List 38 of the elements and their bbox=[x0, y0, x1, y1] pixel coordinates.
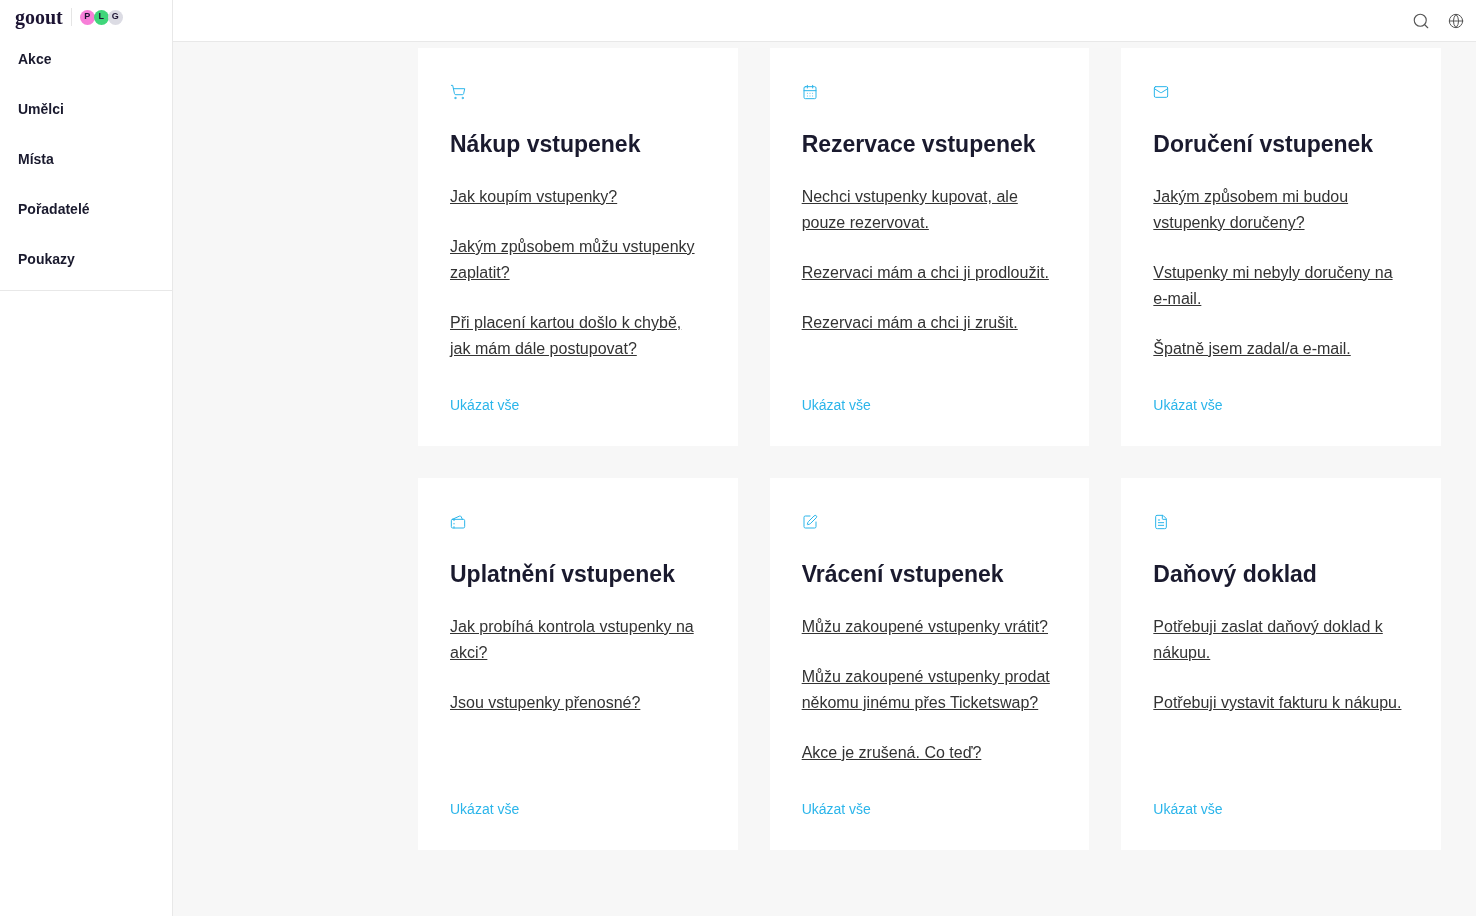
card-title: Daňový doklad bbox=[1153, 560, 1318, 588]
faq-link[interactable]: Jak probíhá kontrola vstupenky na akci? bbox=[450, 614, 706, 666]
envelope-icon bbox=[1153, 84, 1170, 100]
logo-badge: L bbox=[93, 9, 109, 25]
card-title: Rezervace vstupenek bbox=[801, 130, 1037, 158]
faq-link[interactable]: Rezervaci mám a chci ji zrušit. bbox=[801, 310, 1058, 336]
sidebar-item[interactable]: Pořadatelé bbox=[0, 184, 172, 234]
card-title: Nákup vstupenek bbox=[450, 130, 642, 158]
faq-link[interactable]: Nechci vstupenky kupovat, ale pouze rezervovat. bbox=[801, 184, 1058, 236]
faq-link[interactable]: Vstupenky mi nebyly doručeny na e-mail. bbox=[1153, 260, 1410, 312]
faq-link[interactable]: Akce je zrušená. Co teď? bbox=[801, 740, 1058, 766]
sidebar-item[interactable]: Umělci bbox=[0, 84, 172, 134]
faq-link[interactable]: Rezervaci mám a chci ji prodloužit. bbox=[801, 260, 1058, 286]
logo-badge: G bbox=[107, 9, 123, 25]
pencil-icon bbox=[801, 514, 818, 530]
calendar-icon bbox=[801, 84, 818, 100]
card-title: Uplatnění vstupenek bbox=[450, 560, 676, 588]
sidebar-item[interactable]: Akce bbox=[0, 34, 172, 84]
faq-link[interactable]: Špatně jsem zadal/a e-mail. bbox=[1153, 336, 1410, 362]
faq-link[interactable]: Jsou vstupenky přenosné? bbox=[450, 690, 706, 716]
card-title: Doručení vstupenek bbox=[1153, 130, 1375, 158]
faq-link[interactable]: Můžu zakoupené vstupenky vrátit? bbox=[801, 614, 1058, 640]
search-icon[interactable] bbox=[1412, 11, 1430, 30]
faq-link[interactable]: Potřebuji zaslat daňový doklad k nákupu. bbox=[1153, 614, 1410, 666]
faq-link[interactable]: Potřebuji vystavit fakturu k nákupu. bbox=[1153, 690, 1410, 716]
cart-icon bbox=[450, 84, 466, 100]
card-title: Vrácení vstupenek bbox=[801, 560, 1005, 588]
sidebar-item[interactable]: Poukazy bbox=[0, 234, 172, 284]
faq-link[interactable]: Jakým způsobem mi budou vstupenky doručeny? bbox=[1153, 184, 1410, 236]
faq-link[interactable]: Jakým způsobem můžu vstupenky zaplatit? bbox=[450, 234, 706, 286]
faq-link[interactable]: Jak koupím vstupenky? bbox=[450, 184, 706, 210]
sidebar-item[interactable]: Místa bbox=[0, 134, 172, 184]
logo-wordmark[interactable]: goout bbox=[15, 7, 63, 27]
logo-badge: P bbox=[79, 9, 95, 25]
globe-icon[interactable] bbox=[1448, 12, 1464, 29]
document-icon bbox=[1153, 514, 1170, 530]
faq-link[interactable]: Při placení kartou došlo k chybě, jak mám dále postupovat? bbox=[450, 310, 706, 362]
faq-link[interactable]: Můžu zakoupené vstupenky prodat někomu jinému přes Ticketswap? bbox=[801, 664, 1058, 716]
